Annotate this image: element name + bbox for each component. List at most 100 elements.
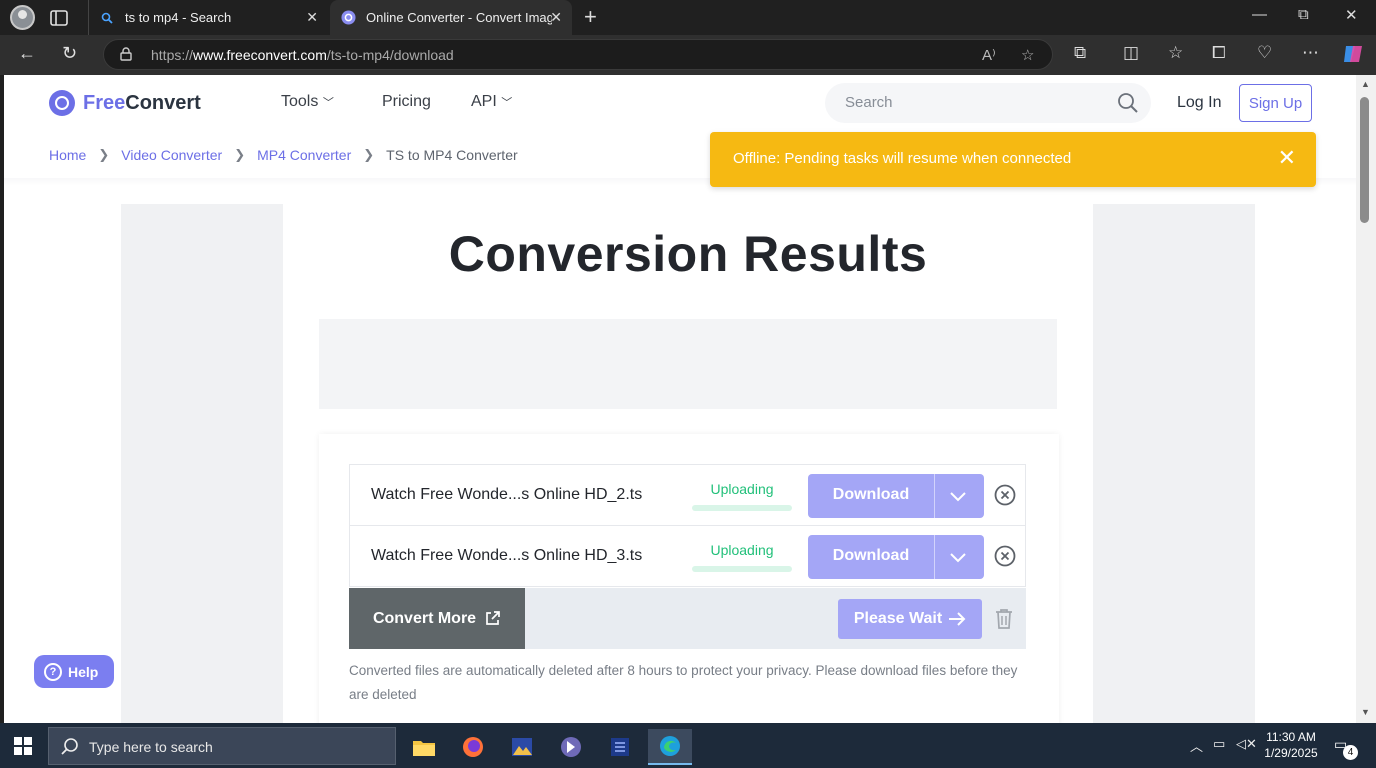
- chevron-down-icon: ﹀: [322, 97, 334, 109]
- page-scrollbar[interactable]: ▲ ▼: [1356, 75, 1376, 723]
- app-icon[interactable]: [598, 729, 642, 765]
- chevron-right-icon: ❯: [98, 147, 110, 162]
- chevron-down-icon[interactable]: [948, 486, 968, 506]
- maximize-button[interactable]: ⧉: [1298, 6, 1309, 23]
- bing-search-icon: [99, 10, 115, 26]
- scroll-down-icon[interactable]: ▼: [1361, 707, 1370, 717]
- offline-toast: Offline: Pending tasks will resume when …: [710, 132, 1316, 187]
- address-toolbar: ← ↻ https://www.freeconvert.com/ts-to-mp…: [0, 35, 1376, 75]
- new-tab-button[interactable]: +: [584, 4, 597, 30]
- arrow-right-icon: [949, 612, 966, 626]
- please-wait-label: Please Wait: [853, 610, 943, 627]
- scroll-up-icon[interactable]: ▲: [1361, 79, 1370, 89]
- system-clock[interactable]: 11:30 AM 1/29/2025: [1262, 729, 1320, 761]
- favorite-star-icon[interactable]: ☆: [1021, 46, 1034, 64]
- question-mark-icon: ?: [44, 662, 62, 681]
- remove-file-icon[interactable]: [994, 484, 1016, 506]
- signup-button[interactable]: Sign Up: [1239, 84, 1312, 122]
- refresh-icon[interactable]: ↻: [62, 43, 77, 64]
- app-icon[interactable]: [549, 729, 593, 765]
- tab-actions-icon[interactable]: [48, 7, 70, 29]
- windows-taskbar: Type here to search ︿ ▭ ◁✕ 11:30 AM 1/29…: [0, 723, 1376, 768]
- tab-title: ts to mp4 - Search: [125, 10, 232, 25]
- more-menu-icon[interactable]: ⋯: [1302, 43, 1319, 63]
- file-name: Watch Free Wonde...s Online HD_3.ts: [371, 547, 643, 564]
- favorites-icon[interactable]: ☆: [1168, 43, 1183, 63]
- browser-essentials-icon[interactable]: ♡: [1257, 43, 1272, 63]
- breadcrumb-video-converter[interactable]: Video Converter: [121, 147, 222, 163]
- chevron-right-icon: ❯: [363, 147, 375, 162]
- breadcrumb: Home ❯ Video Converter ❯ MP4 Converter ❯…: [49, 147, 518, 163]
- privacy-note: Converted files are automatically delete…: [349, 663, 1018, 702]
- help-label: Help: [68, 663, 99, 680]
- upload-progress-bar: [692, 505, 792, 511]
- upload-progress-bar: [692, 566, 792, 572]
- file-name: Watch Free Wonde...s Online HD_2.ts: [371, 486, 643, 503]
- close-window-button[interactable]: ✕: [1345, 6, 1358, 24]
- freeconvert-logo-icon: [49, 90, 75, 116]
- collections-icon[interactable]: ⧠: [1212, 43, 1226, 63]
- profile-avatar[interactable]: [10, 5, 35, 30]
- edge-browser-icon[interactable]: [648, 729, 692, 765]
- network-icon[interactable]: ▭: [1213, 736, 1225, 752]
- tab-close-icon[interactable]: ✕: [550, 9, 562, 26]
- minimize-button[interactable]: —: [1252, 6, 1267, 23]
- notification-count-badge: 4: [1343, 745, 1358, 760]
- tab-freeconvert[interactable]: Online Converter - Convert Image ✕: [330, 0, 572, 35]
- convert-more-button[interactable]: Convert More: [349, 588, 525, 649]
- clock-time: 11:30 AM: [1266, 730, 1316, 744]
- close-icon[interactable]: ✕: [1278, 145, 1296, 171]
- breadcrumb-mp4-converter[interactable]: MP4 Converter: [257, 147, 351, 163]
- extensions-icon[interactable]: ⧉: [1074, 43, 1086, 63]
- chevron-down-icon[interactable]: [948, 547, 968, 567]
- login-link[interactable]: Log In: [1177, 94, 1221, 112]
- taskbar-search-input[interactable]: Type here to search: [48, 727, 396, 765]
- file-explorer-icon[interactable]: [402, 729, 446, 765]
- split-screen-icon[interactable]: ◫: [1123, 43, 1139, 63]
- lock-icon[interactable]: [120, 47, 132, 61]
- help-button[interactable]: ? Help: [34, 655, 114, 688]
- tab-close-icon[interactable]: ✕: [306, 9, 318, 26]
- web-page: FreeConvert Tools ﹀ Pricing API ﹀ Search…: [4, 75, 1356, 723]
- freeconvert-favicon: [340, 10, 356, 26]
- remove-file-icon[interactable]: [994, 545, 1016, 567]
- volume-muted-icon[interactable]: ◁✕: [1236, 736, 1257, 752]
- please-wait-button[interactable]: Please Wait: [838, 599, 982, 639]
- trash-icon[interactable]: [993, 607, 1015, 631]
- upload-status: Uploading: [710, 481, 774, 497]
- tab-search[interactable]: ts to mp4 - Search ✕: [88, 0, 328, 35]
- freeconvert-logo[interactable]: FreeConvert: [49, 90, 201, 116]
- breadcrumb-home[interactable]: Home: [49, 147, 86, 163]
- url-text[interactable]: https://www.freeconvert.com/ts-to-mp4/do…: [151, 47, 454, 63]
- nav-pricing[interactable]: Pricing: [382, 93, 431, 111]
- right-ad-space: [1093, 204, 1255, 723]
- search-icon[interactable]: [1117, 92, 1139, 114]
- windows-start-icon[interactable]: [14, 737, 32, 755]
- download-label: Download: [832, 547, 910, 564]
- browser-tab-bar: ts to mp4 - Search ✕ Online Converter - …: [0, 0, 1376, 35]
- page-title: Conversion Results: [448, 226, 928, 282]
- tab-title: Online Converter - Convert Image: [366, 10, 552, 25]
- tray-overflow-icon[interactable]: ︿: [1190, 736, 1203, 755]
- upload-status: Uploading: [710, 542, 774, 558]
- site-search-input[interactable]: Search: [825, 83, 1151, 123]
- file-row: Watch Free Wonde...s Online HD_3.ts Uplo…: [349, 525, 1026, 587]
- chevron-right-icon: ❯: [234, 147, 246, 162]
- breadcrumb-current: TS to MP4 Converter: [386, 147, 518, 163]
- address-bar[interactable]: https://www.freeconvert.com/ts-to-mp4/do…: [103, 39, 1053, 70]
- back-icon[interactable]: ←: [18, 43, 36, 64]
- left-ad-space: [121, 204, 283, 723]
- scroll-thumb[interactable]: [1360, 97, 1369, 223]
- nav-tools[interactable]: Tools ﹀: [281, 93, 334, 111]
- download-button[interactable]: Download: [808, 474, 984, 518]
- read-aloud-icon[interactable]: A⁾: [982, 46, 996, 64]
- app-icon[interactable]: [500, 729, 544, 765]
- copilot-icon[interactable]: [1341, 42, 1365, 66]
- firefox-icon[interactable]: [451, 729, 495, 765]
- download-label: Download: [832, 486, 910, 503]
- taskbar-search-placeholder: Type here to search: [89, 739, 213, 755]
- file-row: Watch Free Wonde...s Online HD_2.ts Uplo…: [349, 464, 1026, 526]
- chevron-down-icon: ﹀: [501, 97, 513, 109]
- download-button[interactable]: Download: [808, 535, 984, 579]
- nav-api[interactable]: API ﹀: [471, 93, 512, 111]
